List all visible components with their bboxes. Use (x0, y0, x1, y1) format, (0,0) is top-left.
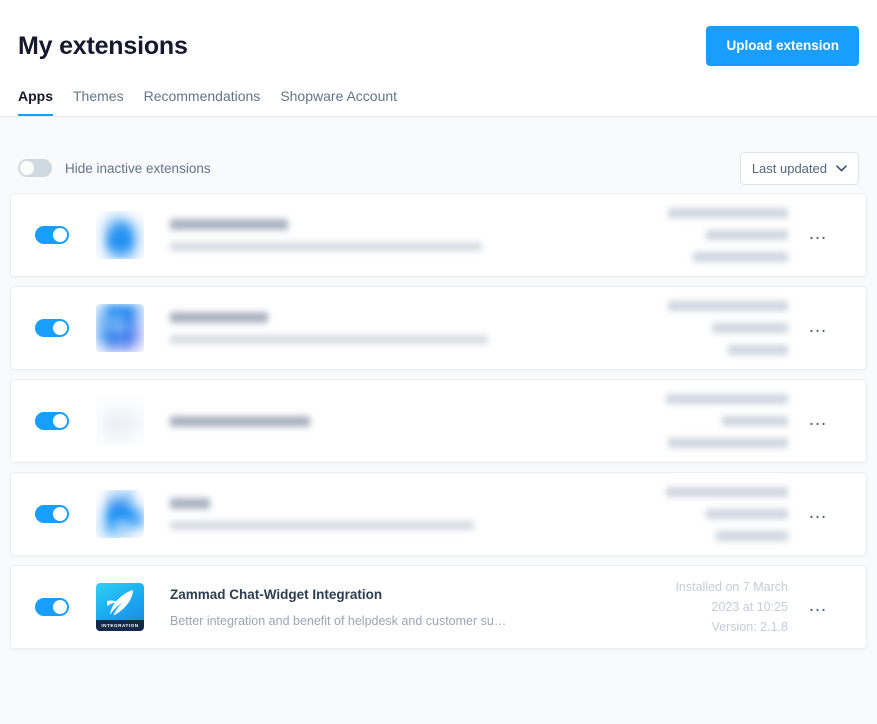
extension-meta-line-redacted (668, 208, 788, 218)
tab-shopware-account[interactable]: Shopware Account (280, 88, 397, 116)
tab-apps[interactable]: Apps (18, 88, 53, 116)
extension-enable-toggle[interactable] (35, 226, 69, 244)
extension-meta-line-redacted (668, 438, 788, 448)
extension-text (170, 219, 620, 251)
extension-icon-redacted (96, 397, 144, 445)
extensions-page: My extensions Upload extension Apps Them… (0, 0, 877, 724)
overflow-menu-icon[interactable]: … (808, 502, 828, 523)
extension-meta (620, 301, 788, 355)
extension-row[interactable]: … (10, 286, 867, 370)
extension-icon-zammad: INTEGRATION (96, 583, 144, 631)
extension-name-redacted (170, 415, 310, 427)
toggle-switch-track[interactable] (35, 226, 69, 244)
upload-extension-button[interactable]: Upload extension (706, 26, 859, 66)
integration-badge: INTEGRATION (96, 620, 144, 631)
chevron-down-icon (836, 159, 847, 177)
extension-row[interactable]: INTEGRATION Zammad Chat-Widget Integratio… (10, 565, 867, 649)
hide-inactive-toggle[interactable]: Hide inactive extensions (18, 159, 211, 177)
extension-icon: INTEGRATION (96, 583, 144, 631)
extension-icon (96, 211, 144, 259)
extension-meta-line-redacted (706, 509, 788, 519)
toggle-switch-knob (53, 600, 67, 614)
extension-description: Better integration and benefit of helpde… (170, 613, 507, 628)
extension-text (170, 312, 620, 344)
extension-name-redacted (170, 498, 210, 509)
extension-name[interactable]: Zammad Chat-Widget Integration (170, 586, 608, 604)
extension-icon (96, 304, 144, 352)
bird-icon (107, 590, 133, 616)
extension-meta-line-redacted (706, 230, 788, 240)
page-title: My extensions (18, 32, 188, 60)
extensions-body: Hide inactive extensions Last updated … …… (0, 117, 877, 724)
extension-name-redacted (170, 219, 288, 230)
extension-row[interactable]: … (10, 193, 867, 277)
list-toolbar: Hide inactive extensions Last updated (10, 117, 867, 193)
extension-icon-redacted (96, 304, 144, 352)
extension-meta-line-redacted (716, 531, 788, 541)
overflow-menu-icon[interactable]: … (808, 409, 828, 430)
extension-text (170, 415, 620, 427)
extension-meta (620, 487, 788, 541)
extension-enable-toggle[interactable] (35, 505, 69, 523)
extension-meta (620, 394, 788, 448)
toggle-switch-knob (53, 321, 67, 335)
extension-description-redacted (170, 521, 474, 530)
hide-inactive-label: Hide inactive extensions (65, 160, 211, 176)
toggle-switch-knob (53, 228, 67, 242)
tab-themes[interactable]: Themes (73, 88, 124, 116)
sort-dropdown-value: Last updated (751, 160, 827, 176)
toggle-switch-knob (53, 414, 67, 428)
extension-meta: Installed on 7 March 2023 at 10:25 Version… (620, 577, 788, 637)
overflow-menu-icon[interactable]: … (808, 595, 828, 616)
extension-name-redacted (170, 312, 268, 323)
extension-meta-line-redacted (722, 416, 788, 426)
tab-bar: Apps Themes Recommendations Shopware Acc… (18, 88, 859, 116)
toggle-switch-knob (20, 161, 34, 175)
toggle-switch-track[interactable] (18, 159, 52, 177)
extension-enable-toggle[interactable] (35, 598, 69, 616)
extension-context-menu-button[interactable]: … (788, 595, 848, 616)
extension-meta (620, 208, 788, 262)
sort-dropdown[interactable]: Last updated (739, 151, 859, 185)
extension-meta-line-redacted (666, 394, 788, 404)
page-header: My extensions Upload extension Apps Them… (0, 0, 877, 117)
tab-recommendations[interactable]: Recommendations (144, 88, 261, 116)
extension-meta-line-redacted (728, 345, 788, 355)
extension-meta-line-redacted (693, 252, 788, 262)
extension-meta-line-redacted (666, 487, 788, 497)
extension-meta-line-redacted (712, 323, 788, 333)
extension-meta-line: Installed on 7 March (675, 580, 788, 594)
header-top-row: My extensions Upload extension (18, 0, 859, 66)
extension-description-redacted (170, 335, 488, 344)
extension-text (170, 498, 620, 530)
extension-context-menu-button[interactable]: … (788, 502, 848, 523)
toggle-switch-track[interactable] (35, 319, 69, 337)
extension-context-menu-button[interactable]: … (788, 223, 848, 244)
extension-icon-redacted (96, 211, 144, 259)
extension-row[interactable]: … (10, 379, 867, 463)
extension-icon (96, 490, 144, 538)
extension-icon (96, 397, 144, 445)
extension-meta-line: 2023 at 10:25 (711, 600, 788, 614)
extension-description-redacted (170, 242, 482, 251)
extension-context-menu-button[interactable]: … (788, 316, 848, 337)
extension-enable-toggle[interactable] (35, 319, 69, 337)
extension-context-menu-button[interactable]: … (788, 409, 848, 430)
extension-icon-redacted (96, 490, 144, 538)
overflow-menu-icon[interactable]: … (808, 316, 828, 337)
toggle-switch-knob (53, 507, 67, 521)
extension-meta-line: Version: 2.1.8 (711, 620, 788, 634)
extension-row[interactable]: … (10, 472, 867, 556)
toggle-switch-track[interactable] (35, 412, 69, 430)
toggle-switch-track[interactable] (35, 505, 69, 523)
toggle-switch-track[interactable] (35, 598, 69, 616)
extension-text: Zammad Chat-Widget Integration Better int… (170, 586, 620, 629)
extension-enable-toggle[interactable] (35, 412, 69, 430)
extension-meta-line-redacted (668, 301, 788, 311)
overflow-menu-icon[interactable]: … (808, 223, 828, 244)
extension-list: … … … … INTEGRATION Zammad Chat-Widget Integr… (10, 193, 867, 668)
